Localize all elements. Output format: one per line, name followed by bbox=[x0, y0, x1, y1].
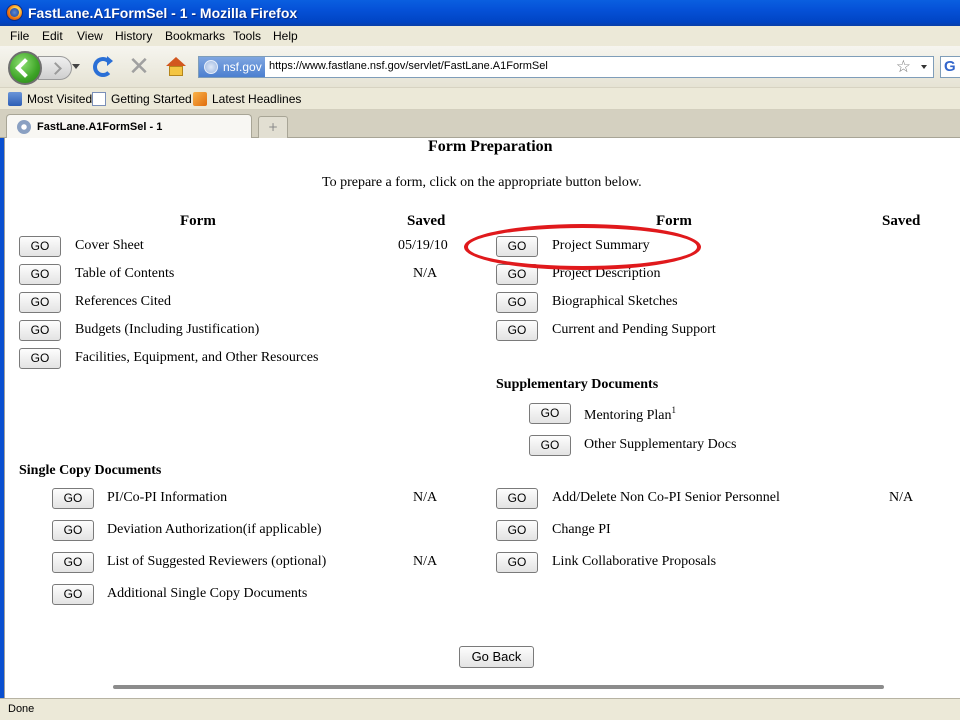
status-text: Done bbox=[8, 703, 35, 715]
right-form-header: Form bbox=[656, 213, 692, 229]
bookmark-label: Most Visited bbox=[27, 92, 93, 106]
go-pi-info-button[interactable]: GO bbox=[52, 488, 94, 509]
go-link-collaborative-button[interactable]: GO bbox=[496, 552, 538, 573]
go-cover-sheet-button[interactable]: GO bbox=[19, 236, 61, 257]
form-label-cover-sheet: Cover Sheet bbox=[75, 238, 144, 253]
go-budgets-button[interactable]: GO bbox=[19, 320, 61, 341]
form-label-table-of-contents: Table of Contents bbox=[75, 266, 175, 281]
go-additional-single-copy-button[interactable]: GO bbox=[52, 584, 94, 605]
instruction-text: To prepare a form, click on the appropri… bbox=[322, 175, 642, 190]
form-label-additional-single-copy: Additional Single Copy Documents bbox=[107, 586, 308, 601]
home-icon[interactable] bbox=[166, 57, 186, 77]
right-saved-header: Saved bbox=[882, 213, 921, 229]
tab-label: FastLane.A1FormSel - 1 bbox=[37, 121, 163, 133]
menu-help[interactable]: Help bbox=[273, 29, 298, 43]
tab-strip: FastLane.A1FormSel - 1 + bbox=[0, 110, 960, 139]
rss-icon bbox=[193, 92, 207, 106]
form-label-deviation-authorization: Deviation Authorization(if applicable) bbox=[107, 522, 322, 537]
go-references-cited-button[interactable]: GO bbox=[19, 292, 61, 313]
menu-file[interactable]: File bbox=[10, 29, 29, 43]
bookmarks-toolbar: Most Visited Getting Started Latest Head… bbox=[0, 88, 960, 110]
saved-suggested-reviewers: N/A bbox=[413, 554, 438, 569]
search-box[interactable]: G bbox=[940, 56, 960, 78]
go-facilities-button[interactable]: GO bbox=[19, 348, 61, 369]
page-icon bbox=[92, 92, 106, 106]
go-change-pi-button[interactable]: GO bbox=[496, 520, 538, 541]
bookmark-getting-started[interactable]: Getting Started bbox=[92, 92, 192, 106]
form-label-current-pending-support: Current and Pending Support bbox=[552, 322, 716, 337]
window-title-bar: FastLane.A1FormSel - 1 - Mozilla Firefox bbox=[0, 0, 960, 26]
go-table-of-contents-button[interactable]: GO bbox=[19, 264, 61, 285]
url-dropdown-icon[interactable] bbox=[921, 65, 927, 69]
new-tab-button[interactable]: + bbox=[258, 116, 288, 138]
go-mentoring-plan-button[interactable]: GO bbox=[529, 403, 571, 424]
go-deviation-authorization-button[interactable]: GO bbox=[52, 520, 94, 541]
form-label-pi-info: PI/Co-PI Information bbox=[107, 490, 228, 505]
form-label-change-pi: Change PI bbox=[552, 522, 611, 537]
bookmark-label: Latest Headlines bbox=[212, 92, 302, 106]
menu-history[interactable]: History bbox=[115, 29, 152, 43]
form-label-facilities: Facilities, Equipment, and Other Resourc… bbox=[75, 350, 319, 365]
menu-view[interactable]: View bbox=[77, 29, 103, 43]
stop-icon[interactable]: ✕ bbox=[128, 54, 150, 80]
saved-pi-info: N/A bbox=[413, 490, 438, 505]
history-dropdown-icon[interactable] bbox=[72, 64, 80, 69]
url-bar[interactable]: nsf.gov https://www.fastlane.nsf.gov/ser… bbox=[198, 56, 934, 78]
saved-table-of-contents: N/A bbox=[413, 266, 438, 281]
globe-icon bbox=[204, 60, 218, 74]
url-text[interactable]: https://www.fastlane.nsf.gov/servlet/Fas… bbox=[269, 60, 548, 72]
google-icon: G bbox=[944, 58, 956, 75]
bookmark-most-visited[interactable]: Most Visited bbox=[8, 92, 92, 106]
bookmark-label: Getting Started bbox=[111, 92, 192, 106]
firefox-icon bbox=[6, 4, 23, 21]
supplementary-heading: Supplementary Documents bbox=[496, 377, 659, 392]
go-back-button[interactable]: Go Back bbox=[459, 646, 534, 668]
form-label-mentoring-plan: Mentoring Plan1 bbox=[584, 405, 676, 424]
page-content: Form Preparation To prepare a form, clic… bbox=[4, 138, 960, 698]
back-button[interactable] bbox=[8, 51, 42, 85]
form-label-references-cited: References Cited bbox=[75, 294, 172, 309]
mentoring-plan-text: Mentoring Plan bbox=[584, 408, 672, 423]
form-label-senior-personnel: Add/Delete Non Co-PI Senior Personnel bbox=[552, 490, 780, 505]
tab-fastlane[interactable]: FastLane.A1FormSel - 1 bbox=[6, 114, 252, 139]
horizontal-scrollbar[interactable] bbox=[113, 685, 884, 689]
forward-button[interactable] bbox=[38, 56, 72, 80]
form-label-other-supplementary-docs: Other Supplementary Docs bbox=[584, 437, 737, 452]
site-identity-label: nsf.gov bbox=[223, 60, 262, 74]
left-form-header: Form bbox=[180, 213, 216, 229]
site-identity-badge[interactable]: nsf.gov bbox=[199, 57, 265, 77]
menu-tools[interactable]: Tools bbox=[233, 29, 261, 43]
saved-senior-personnel: N/A bbox=[889, 490, 914, 505]
go-other-supplementary-docs-button[interactable]: GO bbox=[529, 435, 571, 456]
reload-icon[interactable] bbox=[93, 56, 113, 77]
window-title: FastLane.A1FormSel - 1 - Mozilla Firefox bbox=[28, 5, 298, 21]
form-label-budgets: Budgets (Including Justification) bbox=[75, 322, 260, 337]
go-biographical-sketches-button[interactable]: GO bbox=[496, 292, 538, 313]
status-bar: Done bbox=[0, 698, 960, 720]
form-label-suggested-reviewers: List of Suggested Reviewers (optional) bbox=[107, 554, 327, 569]
left-saved-header: Saved bbox=[407, 213, 446, 229]
most-visited-icon bbox=[8, 92, 22, 106]
bookmark-star-icon[interactable]: ☆ bbox=[896, 57, 911, 77]
page-title: Form Preparation bbox=[428, 138, 553, 155]
menu-edit[interactable]: Edit bbox=[42, 29, 63, 43]
go-senior-personnel-button[interactable]: GO bbox=[496, 488, 538, 509]
footnote-marker: 1 bbox=[671, 405, 677, 415]
go-suggested-reviewers-button[interactable]: GO bbox=[52, 552, 94, 573]
menu-bookmarks[interactable]: Bookmarks bbox=[165, 29, 225, 43]
form-label-biographical-sketches: Biographical Sketches bbox=[552, 294, 678, 309]
gear-icon bbox=[17, 120, 31, 134]
highlight-ellipse bbox=[464, 224, 701, 270]
go-current-pending-support-button[interactable]: GO bbox=[496, 320, 538, 341]
bookmark-latest-headlines[interactable]: Latest Headlines bbox=[193, 92, 301, 106]
menu-bar: File Edit View History Bookmarks Tools H… bbox=[0, 26, 960, 46]
single-copy-heading: Single Copy Documents bbox=[19, 463, 162, 478]
saved-cover-sheet: 05/19/10 bbox=[398, 238, 448, 253]
form-label-link-collaborative: Link Collaborative Proposals bbox=[552, 554, 717, 569]
